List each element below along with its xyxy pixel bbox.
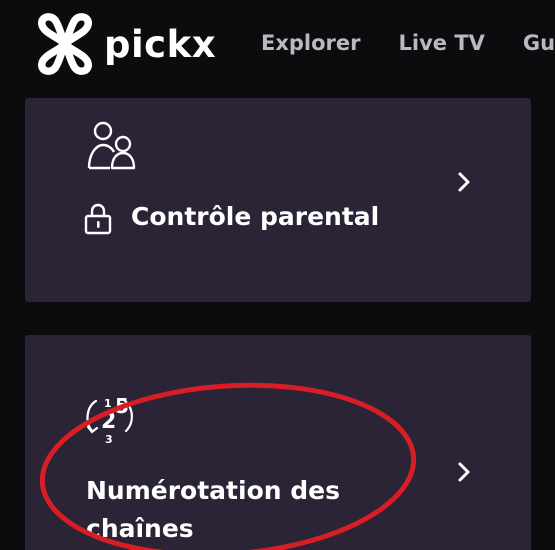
nav-guide[interactable]: Gui: [523, 31, 555, 55]
lock-icon: [84, 203, 112, 235]
numbering-icon-digit: 3: [105, 433, 113, 446]
channel-numbering-icon: 1 2 3 5: [86, 394, 133, 446]
users-icon: [87, 121, 136, 170]
top-header: pickx Explorer Live TV Gui: [0, 0, 555, 88]
numbering-icon-digit: 5: [115, 394, 129, 418]
main-nav: Explorer Live TV Gui: [261, 0, 555, 86]
parental-control-card[interactable]: Contrôle parental: [25, 98, 531, 302]
channel-numbering-card[interactable]: 1 2 3 5 Numérotation des chaînes: [25, 335, 531, 550]
parental-control-title: Contrôle parental: [131, 202, 380, 231]
settings-page: pickx Explorer Live TV Gui Contrôl: [0, 0, 555, 550]
nav-live-tv[interactable]: Live TV: [399, 31, 485, 55]
chevron-right-icon[interactable]: [453, 171, 475, 193]
channel-numbering-title: Numérotation des chaînes: [86, 476, 340, 543]
pickx-logo-icon: [38, 13, 92, 75]
pickx-logo[interactable]: pickx: [32, 8, 216, 80]
chevron-right-icon[interactable]: [453, 461, 475, 483]
nav-explorer[interactable]: Explorer: [261, 31, 361, 55]
logo-text: pickx: [104, 22, 217, 66]
